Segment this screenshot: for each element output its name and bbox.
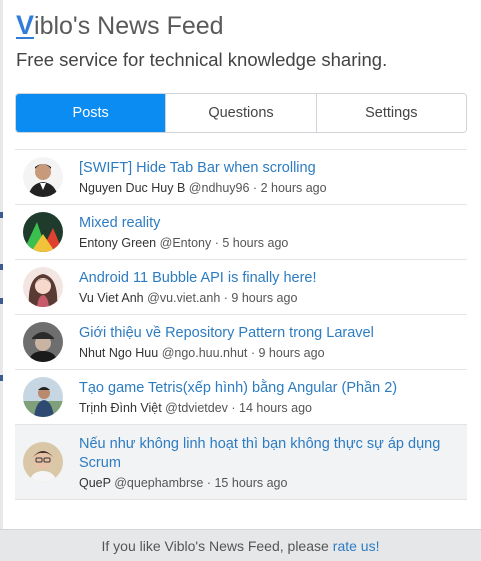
post-title-link[interactable]: Nếu như không linh hoạt thì bạn không th… — [79, 435, 467, 473]
meta-separator: · — [227, 401, 240, 415]
header: V iblo's News Feed Free service for tech… — [16, 10, 467, 71]
post-time: 9 hours ago — [231, 291, 298, 305]
edge-mark — [0, 375, 3, 381]
rate-us-footer: If you like Viblo's News Feed, please ra… — [0, 529, 481, 561]
author-name[interactable]: Vu Viet Anh — [79, 291, 144, 305]
post-title-link[interactable]: [SWIFT] Hide Tab Bar when scrolling — [79, 159, 467, 178]
meta-separator: · — [247, 346, 259, 360]
app-title: iblo's News Feed — [34, 12, 224, 40]
rate-us-link[interactable]: rate us! — [333, 538, 380, 554]
meta-separator: · — [220, 291, 232, 305]
avatar[interactable] — [23, 377, 63, 417]
avatar[interactable] — [23, 267, 63, 307]
app-title-row: V iblo's News Feed — [16, 10, 467, 41]
post-title-link[interactable]: Android 11 Bubble API is finally here! — [79, 269, 467, 288]
post-meta: Nguyen Duc Huy B @ndhuy96 · 2 hours ago — [79, 181, 467, 195]
list-item: Mixed reality Entony Green @Entony · 5 h… — [15, 205, 467, 260]
post-time: 15 hours ago — [214, 475, 288, 490]
author-name[interactable]: QueP — [79, 476, 111, 490]
post-time: 2 hours ago — [260, 181, 327, 195]
footer-text: If you like Viblo's News Feed, please — [101, 537, 329, 554]
list-item: Giới thiệu về Repository Pattern trong L… — [15, 315, 467, 370]
author-handle[interactable]: @tdvietdev — [165, 401, 228, 415]
list-item: Android 11 Bubble API is finally here! V… — [15, 260, 467, 315]
list-item: Tạo game Tetris(xếp hình) bằng Angular (… — [15, 370, 467, 425]
list-item: Nếu như không linh hoạt thì bạn không th… — [15, 425, 467, 500]
avatar[interactable] — [23, 157, 63, 197]
tab-settings[interactable]: Settings — [316, 94, 466, 132]
edge-mark — [0, 264, 3, 270]
post-meta: Nhut Ngo Huu @ngo.huu.nhut · 9 hours ago — [79, 346, 467, 360]
post-meta: Entony Green @Entony · 5 hours ago — [79, 236, 467, 250]
left-page-edge — [0, 0, 3, 561]
list-item: [SWIFT] Hide Tab Bar when scrolling Nguy… — [15, 150, 467, 205]
post-meta: Trịnh Đình Việt @tdvietdev · 14 hours ag… — [79, 401, 467, 415]
tab-questions[interactable]: Questions — [166, 94, 317, 132]
post-time: 5 hours ago — [222, 236, 289, 250]
post-title-link[interactable]: Mixed reality — [79, 214, 467, 233]
author-handle[interactable]: @ndhuy96 — [189, 181, 250, 195]
app-subtitle: Free service for technical knowledge sha… — [16, 49, 388, 70]
avatar[interactable] — [23, 442, 63, 482]
post-meta: QueP @quephambrse · 15 hours ago — [79, 476, 467, 490]
meta-separator: · — [211, 236, 223, 250]
author-handle[interactable]: @Entony — [160, 236, 212, 250]
viblo-logo[interactable]: V — [16, 10, 34, 41]
post-feed[interactable]: [SWIFT] Hide Tab Bar when scrolling Nguy… — [15, 149, 467, 529]
author-handle[interactable]: @vu.viet.anh — [147, 291, 220, 305]
avatar[interactable] — [23, 322, 63, 362]
edge-mark — [0, 298, 3, 304]
tab-posts[interactable]: Posts — [16, 94, 167, 132]
post-time: 14 hours ago — [239, 401, 312, 415]
meta-separator: · — [249, 181, 261, 195]
author-handle[interactable]: @quephambrse — [114, 476, 203, 490]
author-name[interactable]: Nhut Ngo Huu — [79, 346, 158, 360]
avatar[interactable] — [23, 212, 63, 252]
post-title-link[interactable]: Tạo game Tetris(xếp hình) bằng Angular (… — [79, 379, 467, 398]
author-handle[interactable]: @ngo.huu.nhut — [162, 346, 248, 360]
post-time: 9 hours ago — [258, 346, 325, 360]
tab-bar: Posts Questions Settings — [15, 93, 467, 133]
meta-separator: · — [203, 475, 215, 490]
edge-mark — [0, 212, 3, 218]
post-meta: Vu Viet Anh @vu.viet.anh · 9 hours ago — [79, 291, 467, 305]
author-name[interactable]: Entony Green — [79, 236, 156, 250]
post-title-link[interactable]: Giới thiệu về Repository Pattern trong L… — [79, 324, 467, 343]
author-name[interactable]: Nguyen Duc Huy B — [79, 181, 185, 195]
author-name[interactable]: Trịnh Đình Việt — [79, 401, 162, 415]
